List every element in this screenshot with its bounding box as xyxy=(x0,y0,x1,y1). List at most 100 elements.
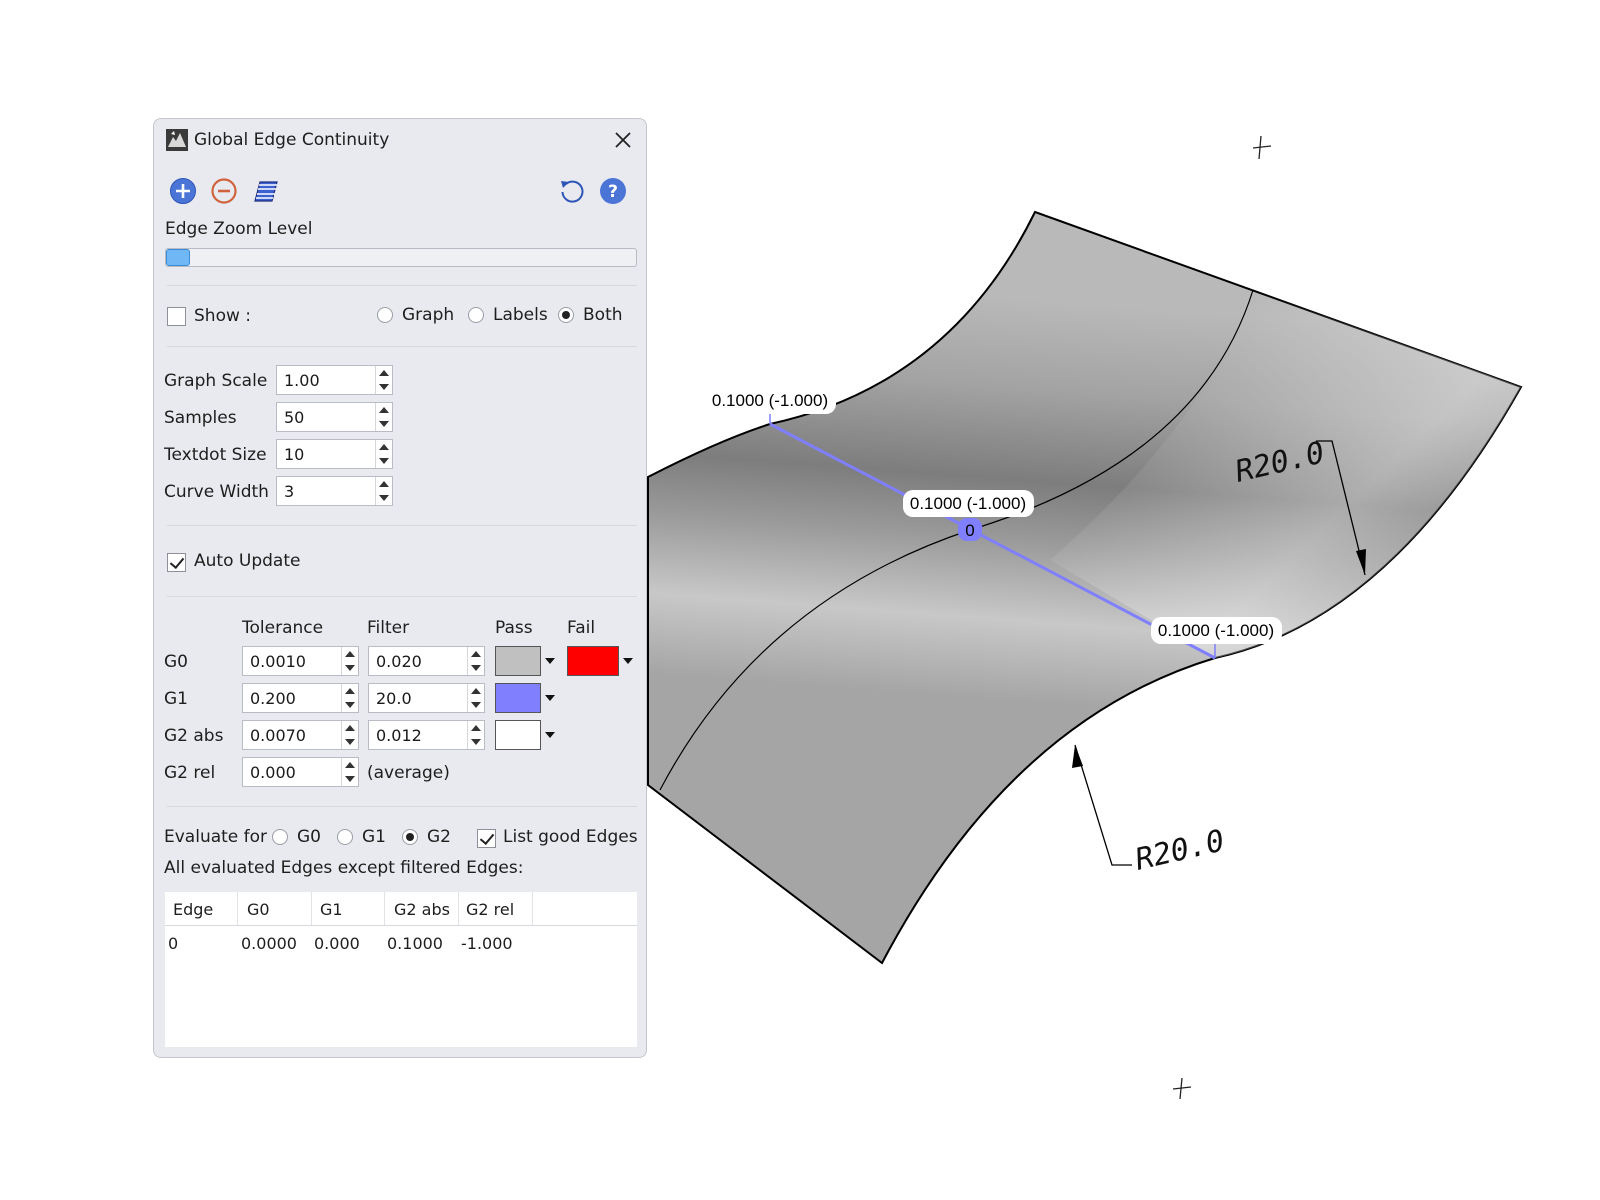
column-header-edge[interactable]: Edge xyxy=(173,900,213,919)
radio-labels-label: Labels xyxy=(493,305,548,325)
g1-tolerance-stepper[interactable] xyxy=(341,684,358,712)
show-checkbox[interactable] xyxy=(167,307,186,326)
chevron-down-icon[interactable] xyxy=(545,658,555,664)
remove-icon[interactable] xyxy=(210,177,238,205)
close-icon[interactable] xyxy=(615,132,631,148)
list-caption: All evaluated Edges except filtered Edge… xyxy=(164,858,524,878)
textdot-center[interactable]: 0.1000 (-1.000) xyxy=(903,490,1034,517)
radio-graph-label: Graph xyxy=(402,305,455,325)
radius-dimension-bottom-label: R20.0 xyxy=(1132,823,1228,877)
g0-fail-color[interactable] xyxy=(567,646,619,676)
radio-graph[interactable] xyxy=(377,307,393,323)
evaluate-for-label: Evaluate for xyxy=(164,827,268,847)
radio-eval-g0[interactable] xyxy=(272,829,288,845)
chevron-down-icon[interactable] xyxy=(623,658,633,664)
cell-g2rel: -1.000 xyxy=(461,934,513,953)
radio-eval-g1[interactable] xyxy=(337,829,353,845)
filter-header: Filter xyxy=(367,618,410,638)
curve-width-value: 3 xyxy=(284,482,295,501)
samples-label: Samples xyxy=(164,408,237,428)
g0-row-label: G0 xyxy=(164,652,188,672)
panel-title: Global Edge Continuity xyxy=(194,130,390,150)
edges-table[interactable]: Edge G0 G1 G2 abs G2 rel 0 0.0000 0.000 … xyxy=(165,892,637,1047)
curve-width-input[interactable]: 3 xyxy=(276,476,393,506)
edge-index-label: 0 xyxy=(965,521,974,540)
fail-header: Fail xyxy=(567,618,596,638)
radio-eval-g0-label: G0 xyxy=(297,827,321,847)
g2abs-filter-input[interactable]: 0.012 xyxy=(368,720,485,750)
column-header-g0[interactable]: G0 xyxy=(247,900,270,919)
cell-edge: 0 xyxy=(168,934,179,953)
samples-input[interactable]: 50 xyxy=(276,402,393,432)
graph-scale-label: Graph Scale xyxy=(164,371,268,391)
nurbs-surface[interactable] xyxy=(647,210,1523,965)
show-label: Show : xyxy=(194,306,252,326)
help-icon[interactable]: ? xyxy=(599,177,627,205)
auto-update-checkbox[interactable] xyxy=(167,553,186,572)
g0-filter-input[interactable]: 0.020 xyxy=(368,646,485,676)
curve-width-stepper[interactable] xyxy=(375,477,392,505)
g2abs-tolerance-value: 0.0070 xyxy=(250,726,306,745)
list-good-edges-checkbox[interactable] xyxy=(477,829,496,848)
zoom-slider-thumb[interactable] xyxy=(166,249,190,266)
column-header-g2abs[interactable]: G2 abs xyxy=(394,900,450,919)
g2rel-tolerance-stepper[interactable] xyxy=(341,758,358,786)
textdot-center-label: 0.1000 (-1.000) xyxy=(910,494,1026,513)
g0-tolerance-stepper[interactable] xyxy=(341,647,358,675)
radio-labels[interactable] xyxy=(468,307,484,323)
g0-tolerance-value: 0.0010 xyxy=(250,652,306,671)
cell-g1: 0.000 xyxy=(314,934,360,953)
radio-eval-g2[interactable] xyxy=(402,829,418,845)
rhino-app-icon xyxy=(166,129,188,151)
textdot-left-label: 0.1000 (-1.000) xyxy=(712,391,828,410)
g2rel-row-label: G2 rel xyxy=(164,763,216,783)
g0-tolerance-input[interactable]: 0.0010 xyxy=(242,646,359,676)
g2rel-tolerance-value: 0.000 xyxy=(250,763,296,782)
g1-pass-color[interactable] xyxy=(495,683,541,713)
zoom-slider[interactable] xyxy=(165,248,637,267)
g2rel-tolerance-input[interactable]: 0.000 xyxy=(242,757,359,787)
g2rel-note: (average) xyxy=(367,763,450,783)
textdot-right-label: 0.1000 (-1.000) xyxy=(1158,621,1274,640)
radio-eval-g1-label: G1 xyxy=(362,827,386,847)
g2abs-tolerance-stepper[interactable] xyxy=(341,721,358,749)
list-good-edges-label: List good Edges xyxy=(503,827,638,847)
g2abs-row-label: G2 abs xyxy=(164,726,224,746)
textdot-size-stepper[interactable] xyxy=(375,440,392,468)
textdot-left[interactable]: 0.1000 (-1.000) xyxy=(705,387,836,414)
edge-index-dot[interactable]: 0 xyxy=(958,518,982,541)
graph-scale-input[interactable]: 1.00 xyxy=(276,365,393,395)
surface-icon[interactable] xyxy=(251,177,279,205)
curve-width-label: Curve Width xyxy=(164,482,269,502)
tolerance-header: Tolerance xyxy=(242,618,324,638)
g2abs-pass-color[interactable] xyxy=(495,720,541,750)
textdot-size-input[interactable]: 10 xyxy=(276,439,393,469)
auto-update-label: Auto Update xyxy=(194,551,301,571)
g1-filter-input[interactable]: 20.0 xyxy=(368,683,485,713)
textdot-right[interactable]: 0.1000 (-1.000) xyxy=(1151,617,1282,644)
reset-icon[interactable] xyxy=(558,177,586,205)
g2abs-tolerance-input[interactable]: 0.0070 xyxy=(242,720,359,750)
g2abs-filter-stepper[interactable] xyxy=(467,721,484,749)
g1-filter-stepper[interactable] xyxy=(467,684,484,712)
chevron-down-icon[interactable] xyxy=(545,695,555,701)
column-header-g1[interactable]: G1 xyxy=(320,900,343,919)
column-header-g2rel[interactable]: G2 rel xyxy=(466,900,514,919)
textdot-size-label: Textdot Size xyxy=(164,445,267,465)
graph-scale-stepper[interactable] xyxy=(375,366,392,394)
add-icon[interactable] xyxy=(169,177,197,205)
g0-filter-stepper[interactable] xyxy=(467,647,484,675)
radio-eval-g2-label: G2 xyxy=(427,827,451,847)
radio-both[interactable] xyxy=(558,307,574,323)
textdot-size-value: 10 xyxy=(284,445,305,464)
g1-tolerance-input[interactable]: 0.200 xyxy=(242,683,359,713)
g1-filter-value: 20.0 xyxy=(376,689,412,708)
svg-text:?: ? xyxy=(608,182,618,202)
samples-stepper[interactable] xyxy=(375,403,392,431)
global-edge-continuity-panel: Global Edge Continuity ? Edge Zoom Level… xyxy=(153,118,647,1058)
samples-value: 50 xyxy=(284,408,305,427)
chevron-down-icon[interactable] xyxy=(545,732,555,738)
radius-dimension-bottom[interactable]: R20.0 xyxy=(1072,744,1228,878)
g1-row-label: G1 xyxy=(164,689,188,709)
g0-pass-color[interactable] xyxy=(495,646,541,676)
